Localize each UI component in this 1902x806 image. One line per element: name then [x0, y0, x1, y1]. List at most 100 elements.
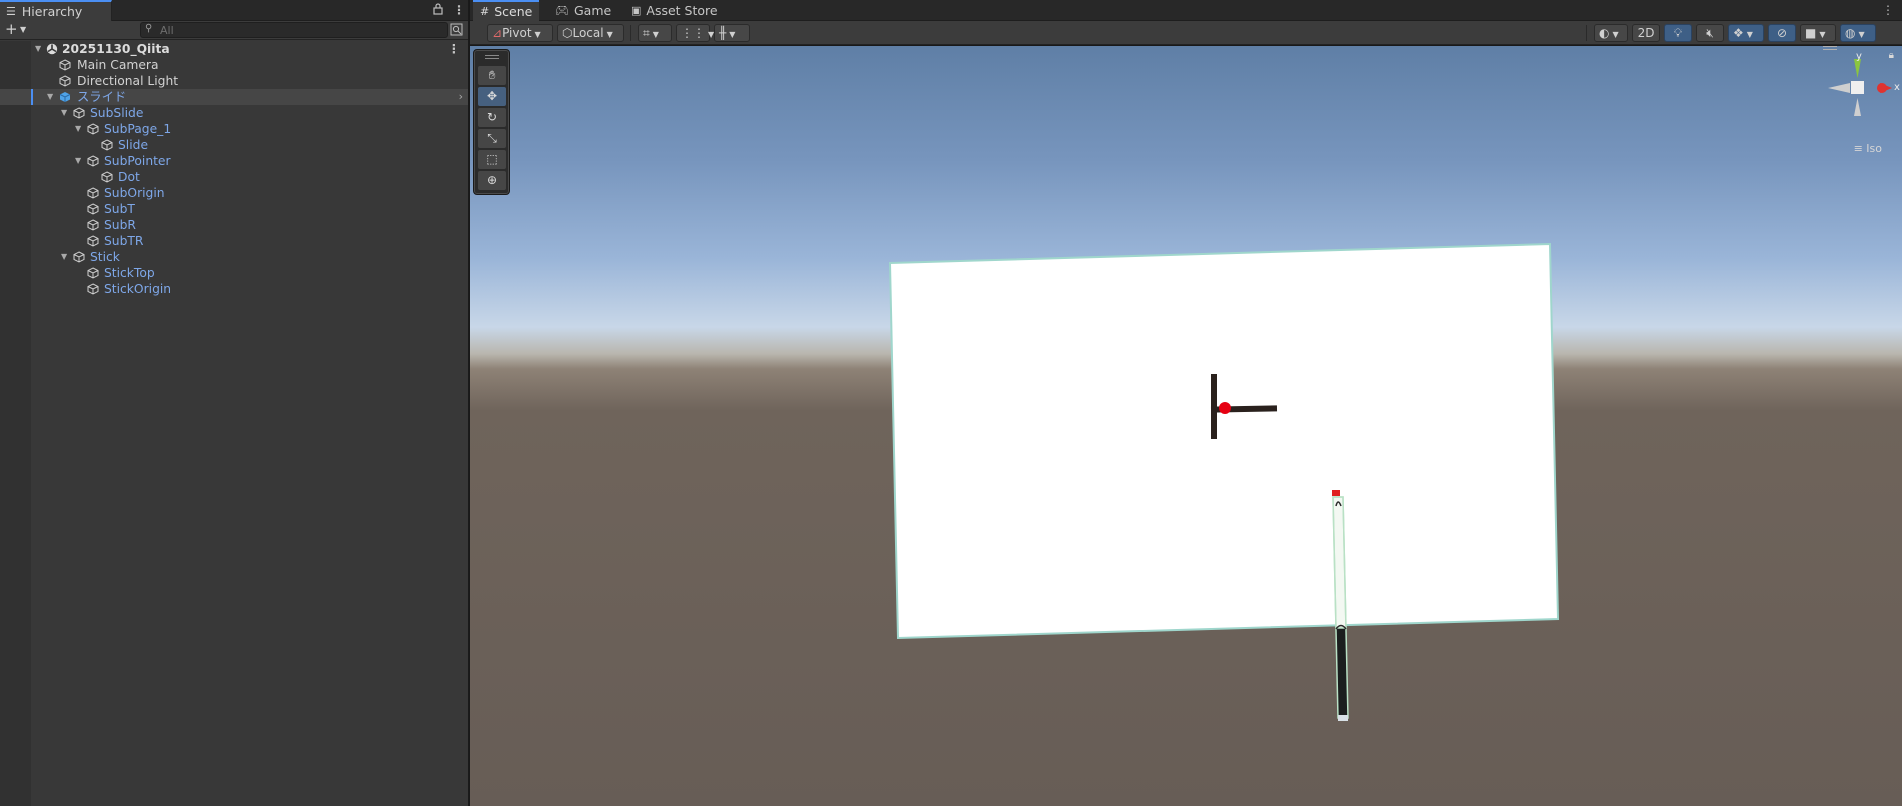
- search-options-icon[interactable]: [450, 23, 464, 37]
- gameobject-cube-icon: [87, 219, 99, 231]
- transform-all-icon: ⊕: [486, 173, 498, 187]
- caret-down-icon: ▼: [1612, 30, 1619, 39]
- tree-label: StickOrigin: [104, 282, 172, 296]
- gameobject-cube-icon: [87, 267, 99, 279]
- tree-row[interactable]: ▼ SubPointer: [0, 153, 468, 169]
- scene-visibility-toggle[interactable]: ⊘: [1768, 24, 1796, 42]
- toggle-2d-button[interactable]: 2D: [1632, 24, 1660, 42]
- increment-snap-icon: ⋮⋮: [681, 26, 705, 40]
- fold-open-icon[interactable]: ▼: [35, 41, 41, 57]
- scale-tool-button[interactable]: ⤡: [478, 129, 506, 148]
- local-dropdown[interactable]: ⬡Local ▼: [557, 24, 624, 42]
- gameobject-cube-icon: [59, 75, 71, 87]
- rotate-tool-button[interactable]: ↻: [478, 108, 506, 127]
- search-placeholder: All: [160, 24, 174, 37]
- caret-down-icon: ▼: [1746, 30, 1753, 39]
- tree-row-scene[interactable]: ▼ 20251130_Qiita ⋮: [0, 41, 468, 57]
- lighting-toggle[interactable]: 💡︎: [1664, 24, 1692, 42]
- rect-transform-icon: ⬚: [486, 152, 498, 166]
- toolbar-separator: [1586, 25, 1587, 41]
- gameobject-cube-icon: [101, 171, 113, 183]
- camera-settings-dropdown[interactable]: ■ ▼: [1800, 24, 1836, 42]
- projection-toggle[interactable]: ≡ Iso: [1854, 142, 1882, 155]
- transform-tool-button[interactable]: ⊕: [478, 171, 506, 190]
- scene-kebab-menu-icon[interactable]: ⋮: [448, 41, 460, 57]
- tree-row[interactable]: Dot: [0, 169, 468, 185]
- grid-snap-icon: ⌗: [643, 26, 650, 40]
- gizmo-x-label: x: [1894, 82, 1900, 93]
- tree-label: SubSlide: [90, 106, 144, 120]
- projection-label: Iso: [1866, 142, 1882, 155]
- tree-row-selected[interactable]: ▼ スライド ›: [0, 89, 468, 105]
- tree-row[interactable]: Directional Light: [0, 73, 468, 89]
- create-button[interactable]: + ▼: [5, 21, 31, 39]
- tree-label: SubR: [104, 218, 136, 232]
- menu-lines-icon: ≡: [1853, 142, 1867, 155]
- kebab-menu-icon[interactable]: ⋮: [453, 3, 465, 17]
- tree-row[interactable]: ▼ Stick: [0, 249, 468, 265]
- audio-muted-icon: 🔇︎: [1706, 26, 1714, 40]
- hand-tool-button[interactable]: ✋︎: [478, 66, 506, 85]
- pivot-dropdown[interactable]: ⊿Pivot ▼: [487, 24, 553, 42]
- audio-toggle[interactable]: 🔇︎: [1696, 24, 1724, 42]
- align-dropdown[interactable]: ╫ ▼: [714, 24, 750, 42]
- fold-open-icon[interactable]: ▼: [47, 89, 53, 105]
- gizmo-handle[interactable]: [1823, 46, 1837, 50]
- tab-label: Asset Store: [646, 3, 718, 18]
- rect-tool-button[interactable]: ⬚: [478, 150, 506, 169]
- effects-dropdown[interactable]: ❖ ▼: [1728, 24, 1764, 42]
- scene-render: [888, 242, 1560, 721]
- tree-row[interactable]: SubT: [0, 201, 468, 217]
- tree-label: SubPage_1: [104, 122, 172, 136]
- tree-row[interactable]: Main Camera: [0, 57, 468, 73]
- fold-open-icon[interactable]: ▼: [75, 121, 81, 137]
- tree-row[interactable]: SubTR: [0, 233, 468, 249]
- tree-row[interactable]: SubR: [0, 217, 468, 233]
- dot-marker[interactable]: [1219, 402, 1231, 414]
- prefab-cube-icon: [59, 91, 71, 103]
- bag-icon: ▣: [631, 4, 642, 17]
- tab-game[interactable]: 🎮︎ Game: [548, 0, 618, 21]
- list-icon: ☰: [6, 5, 16, 18]
- kebab-menu-icon[interactable]: ⋮: [1882, 3, 1894, 17]
- gameobject-cube-icon: [87, 155, 99, 167]
- tab-asset-store[interactable]: ▣ Asset Store: [624, 0, 725, 21]
- rotate-icon: ↻: [486, 110, 498, 124]
- fold-open-icon[interactable]: ▼: [61, 105, 67, 121]
- tree-label: Main Camera: [77, 58, 159, 72]
- hierarchy-search-input[interactable]: ⚲ All: [140, 22, 448, 38]
- scene-toolbar: ⊿Pivot ▼ ⬡Local ▼ ⌗ ▼ ⋮⋮ ▼ ╫ ▼ ◐ ▼ 2D 💡︎ 🔇︎ ❖ ▼…: [470, 21, 1902, 45]
- gameobject-cube-icon: [87, 187, 99, 199]
- eye-off-icon: ⊘: [1776, 26, 1788, 40]
- axis-gizmo[interactable]: [1812, 54, 1902, 144]
- tree-row[interactable]: SubOrigin: [0, 185, 468, 201]
- palette-drag-handle[interactable]: [485, 55, 499, 59]
- chevron-right-icon[interactable]: ›: [459, 89, 463, 105]
- increment-snap-dropdown[interactable]: ⋮⋮ ▼: [676, 24, 714, 42]
- align-icon: ╫: [719, 26, 727, 40]
- tab-label: Game: [573, 3, 612, 18]
- tab-scene[interactable]: # Scene: [473, 0, 540, 21]
- tree-row[interactable]: ▼ SubPage_1: [0, 121, 468, 137]
- gizmos-dropdown[interactable]: ◍ ▼: [1840, 24, 1876, 42]
- tree-row[interactable]: StickTop: [0, 265, 468, 281]
- scene-viewport[interactable]: ✋︎ ✥ ↻ ⤡ ⬚ ⊕ 🔒︎ y x ≡ Iso: [470, 46, 1902, 806]
- slide-board[interactable]: [888, 242, 1560, 640]
- fold-open-icon[interactable]: ▼: [75, 153, 81, 169]
- lock-icon[interactable]: [433, 3, 443, 18]
- unity-scene-icon: [46, 43, 58, 55]
- fold-open-icon[interactable]: ▼: [61, 249, 67, 265]
- tree-row[interactable]: Slide: [0, 137, 468, 153]
- caret-down-icon: ▼: [534, 30, 541, 39]
- move-tool-button[interactable]: ✥: [478, 87, 506, 106]
- tree-row[interactable]: StickOrigin: [0, 281, 468, 297]
- tree-row[interactable]: ▼ SubSlide: [0, 105, 468, 121]
- scene-panel: # Scene 🎮︎ Game ▣ Asset Store ⋮ ⊿Pivot ▼ …: [470, 0, 1902, 806]
- local-label: Local: [572, 26, 604, 40]
- globe-icon: ◍: [1845, 26, 1856, 40]
- draw-mode-dropdown[interactable]: ◐ ▼: [1594, 24, 1628, 42]
- caret-down-icon: ▼: [729, 30, 736, 39]
- tab-hierarchy[interactable]: ☰ Hierarchy: [0, 0, 112, 21]
- caret-down-icon: ▼: [1819, 30, 1826, 39]
- grid-snap-dropdown[interactable]: ⌗ ▼: [638, 24, 672, 42]
